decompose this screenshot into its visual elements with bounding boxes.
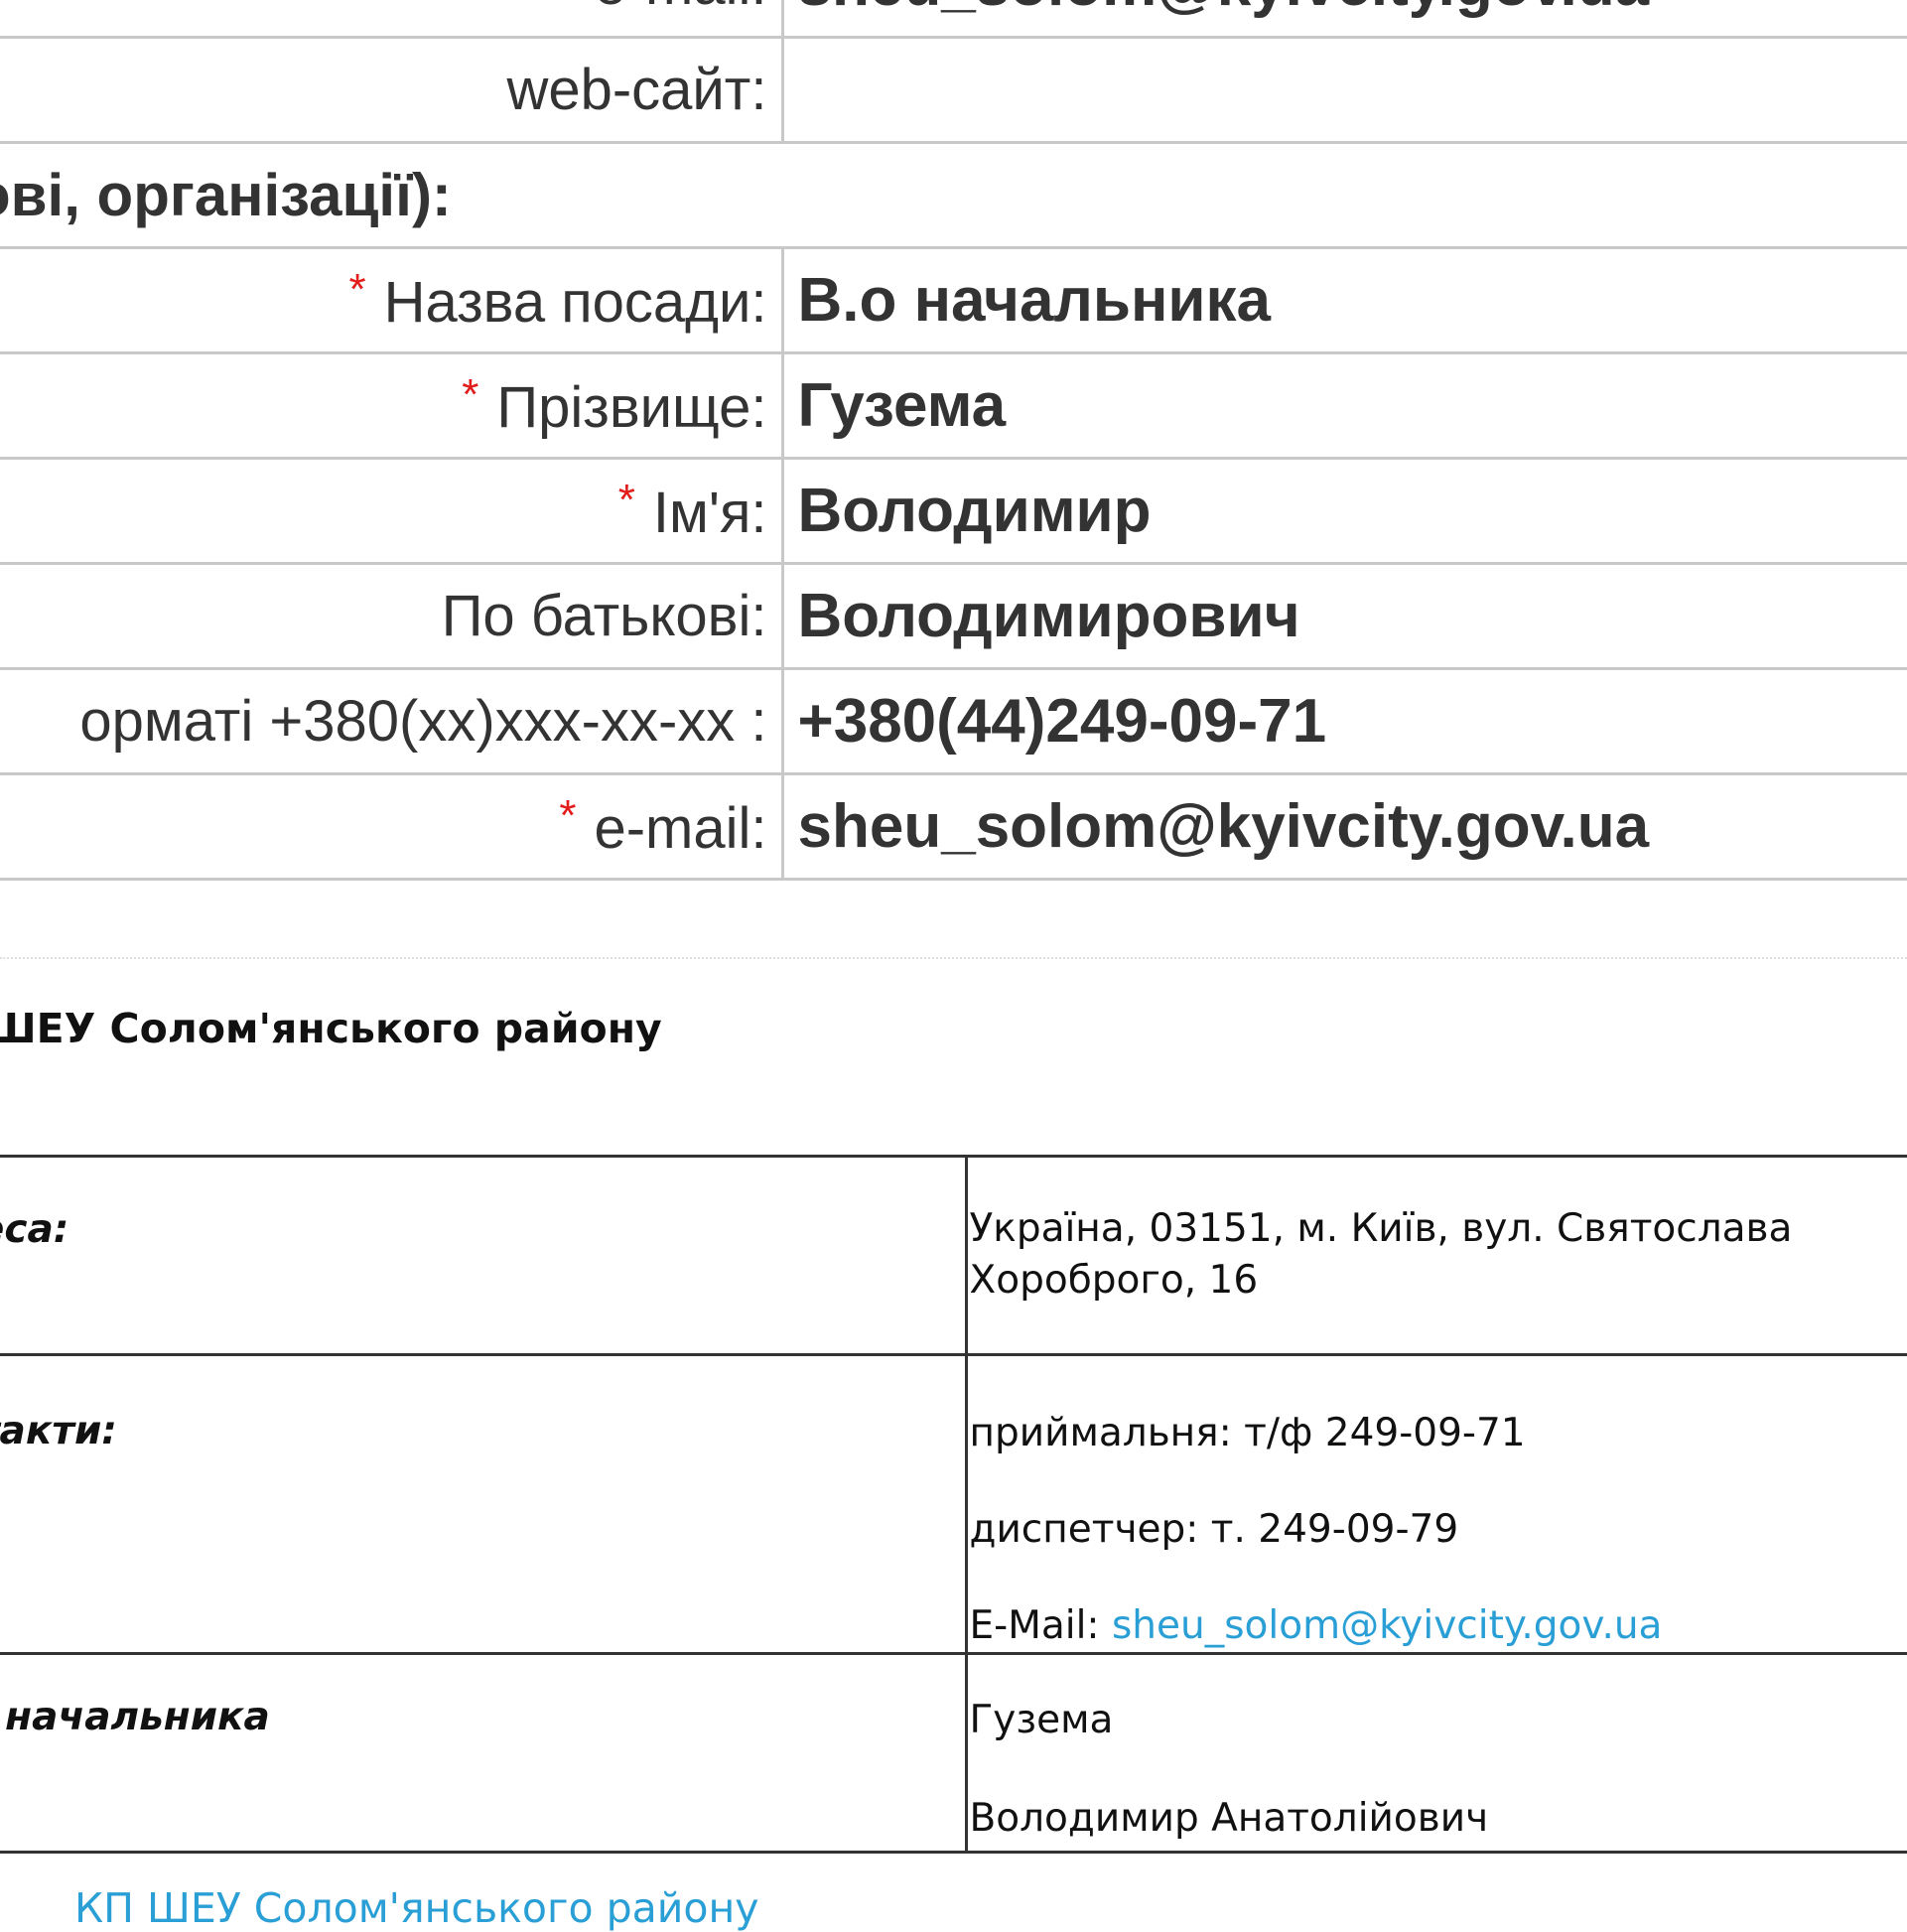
website-value — [782, 38, 1907, 143]
name-label-cell: * Ім'я: — [0, 459, 782, 564]
contact-email-prefix: E-Mail: — [970, 1603, 1112, 1648]
divider — [0, 957, 1907, 959]
contact-dispatcher: диспетчер: т. 249-09-79 — [970, 1504, 1907, 1556]
section-heading: ові, організації): — [0, 143, 1907, 248]
table-row: о. начальника Гузема Володимир Анатолійо… — [0, 1654, 1907, 1853]
address-value: Україна, 03151, м. Київ, вул. Святослава… — [970, 1203, 1907, 1307]
form-row-phone: орматі +380(xx)xxx-xx-xx : +380(44)249-0… — [0, 669, 1907, 774]
contacts-value-cell: приймальня: т/ф 249-09-71 диспетчер: т. … — [966, 1355, 1907, 1654]
contact-reception: приймальня: т/ф 249-09-71 — [970, 1408, 1907, 1459]
address-label: реса: — [0, 1207, 965, 1252]
head-label: о. начальника — [0, 1695, 965, 1739]
required-mark: * — [462, 370, 478, 419]
required-mark: * — [559, 791, 576, 840]
position-label-cell: * Назва посади: — [0, 248, 782, 353]
head-name: Володимир Анатолійович — [970, 1793, 1907, 1845]
form-row-top-email: e-mail: sheu_solom@kyivcity.gov.ua — [0, 0, 1907, 38]
official-form-table: e-mail: sheu_solom@kyivcity.gov.ua web-с… — [0, 0, 1907, 881]
address-value-cell: Україна, 03151, м. Київ, вул. Святослава… — [966, 1157, 1907, 1355]
top-email-label: e-mail: — [0, 0, 782, 38]
head-value-cell: Гузема Володимир Анатолійович — [966, 1654, 1907, 1853]
form-row-website: web-сайт: — [0, 38, 1907, 143]
patronymic-label: По батькові: — [0, 564, 782, 669]
phone-value: +380(44)249-09-71 — [782, 669, 1907, 774]
phone-label: орматі +380(xx)xxx-xx-xx : — [0, 669, 782, 774]
form-row-patronymic: По батькові: Володимирович — [0, 564, 1907, 669]
org-title: ШЕУ Солом'янського району — [0, 1005, 662, 1052]
position-value: В.о начальника — [782, 248, 1907, 353]
surname-label-cell: * Прізвище: — [0, 353, 782, 459]
website-label: web-сайт: — [0, 38, 782, 143]
form-row-email: * e-mail: sheu_solom@kyivcity.gov.ua — [0, 774, 1907, 880]
top-email-value: sheu_solom@kyivcity.gov.ua — [782, 0, 1907, 38]
section-title: ові, організації): — [0, 161, 1907, 229]
name-value: Володимир — [782, 459, 1907, 564]
position-label: Назва посади: — [384, 269, 767, 336]
name-label: Ім'я: — [653, 480, 767, 546]
contact-email-line: E-Mail: sheu_solom@kyivcity.gov.ua — [970, 1600, 1907, 1652]
org-page-link[interactable]: КП ШЕУ Солом'янського району — [74, 1884, 759, 1932]
form-row-name: * Ім'я: Володимир — [0, 459, 1907, 564]
email-label-cell: * e-mail: — [0, 774, 782, 880]
email-value: sheu_solom@kyivcity.gov.ua — [782, 774, 1907, 880]
table-row: реса: Україна, 03151, м. Київ, вул. Свят… — [0, 1157, 1907, 1355]
required-mark: * — [618, 476, 635, 524]
contacts-label-cell: нтакти: — [0, 1355, 966, 1654]
org-info-table: реса: Україна, 03151, м. Київ, вул. Свят… — [0, 1155, 1907, 1854]
form-row-surname: * Прізвище: Гузема — [0, 353, 1907, 459]
email-label: e-mail: — [594, 795, 766, 862]
contact-email-link[interactable]: sheu_solom@kyivcity.gov.ua — [1112, 1603, 1662, 1648]
form-row-section: ові, організації): — [0, 143, 1907, 248]
surname-value: Гузема — [782, 353, 1907, 459]
address-label-cell: реса: — [0, 1157, 966, 1355]
required-mark: * — [348, 265, 365, 314]
surname-label: Прізвище: — [496, 374, 766, 441]
head-surname: Гузема — [970, 1695, 1907, 1746]
head-label-cell: о. начальника — [0, 1654, 966, 1853]
table-row: нтакти: приймальня: т/ф 249-09-71 диспет… — [0, 1355, 1907, 1654]
form-row-position: * Назва посади: В.о начальника — [0, 248, 1907, 353]
contacts-label: нтакти: — [0, 1409, 965, 1453]
patronymic-value: Володимирович — [782, 564, 1907, 669]
